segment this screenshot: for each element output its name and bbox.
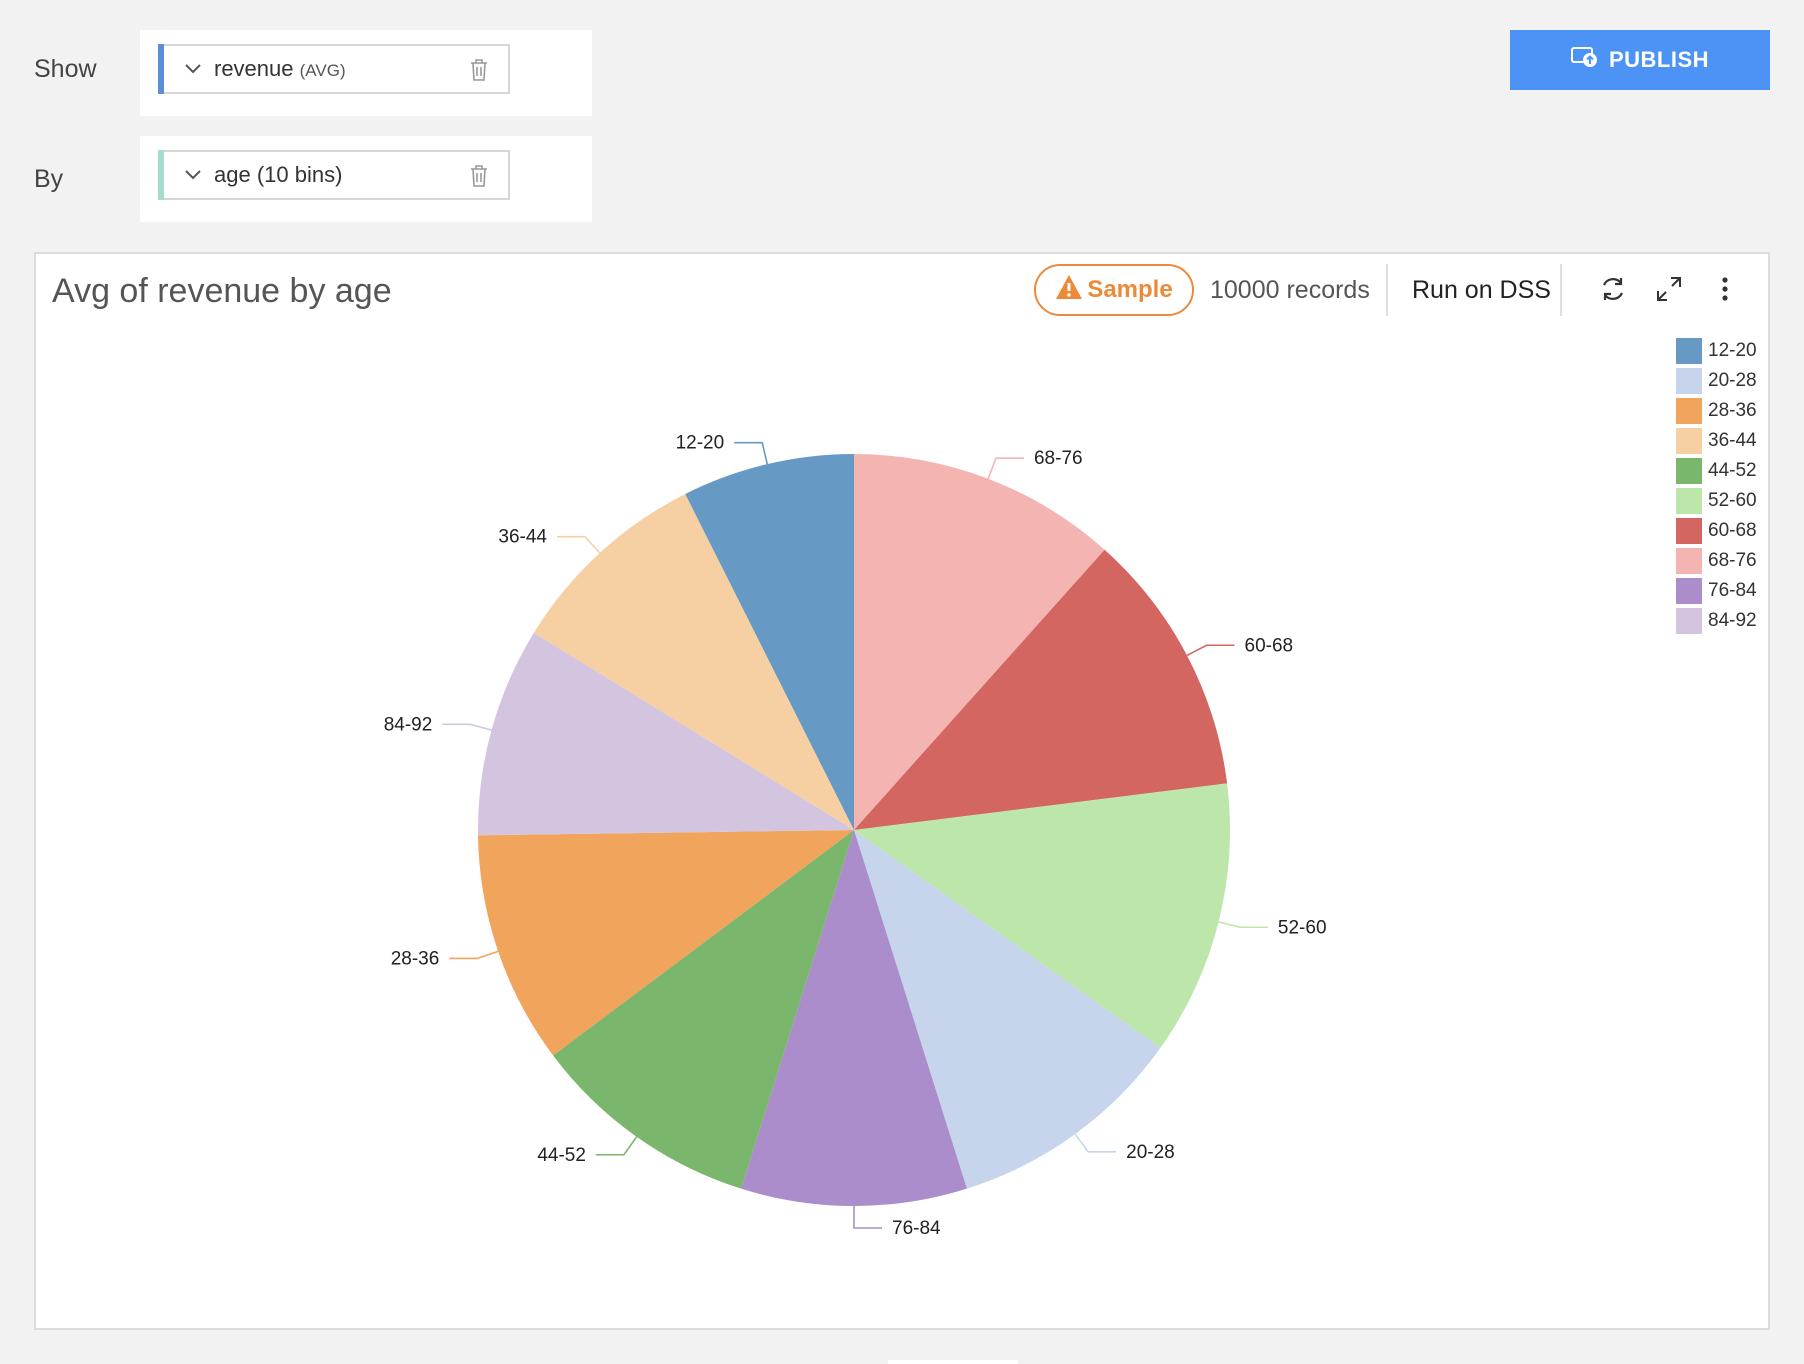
legend-label: 60-68 <box>1708 520 1757 541</box>
slice-label: 36-44 <box>498 527 547 548</box>
slice-leader-line <box>442 723 492 731</box>
slice-leader-line <box>853 1206 882 1229</box>
by-field-label: age (10 bins) <box>214 162 343 187</box>
chart-panel: 68-76 60-68 52-60 20-28 76-84 44-52 28-36 84-92… <box>34 252 1770 1330</box>
legend-item[interactable]: 76-84 <box>1676 576 1757 606</box>
scroll-indicator <box>888 1360 1018 1364</box>
sample-label: Sample <box>1087 276 1173 303</box>
legend-swatch <box>1676 488 1702 514</box>
show-dropzone: revenue (AVG) <box>140 30 592 116</box>
legend-item[interactable]: 68-76 <box>1676 546 1757 576</box>
slice-label: 68-76 <box>1034 448 1083 469</box>
by-dropzone: age (10 bins) <box>140 136 592 222</box>
slice-leader-line <box>987 457 1024 480</box>
slice-label: 84-92 <box>384 714 433 735</box>
legend-swatch <box>1676 578 1702 604</box>
slice-label: 28-36 <box>391 948 440 969</box>
slice-leader-line <box>1218 921 1268 929</box>
legend-item[interactable]: 12-20 <box>1676 336 1757 366</box>
show-label: Show <box>34 55 97 83</box>
legend-swatch <box>1676 608 1702 634</box>
chevron-down-icon[interactable] <box>182 164 204 186</box>
expand-icon[interactable] <box>1652 272 1686 306</box>
legend-swatch <box>1676 518 1702 544</box>
toolbar-divider <box>1560 264 1562 316</box>
legend-item[interactable]: 36-44 <box>1676 426 1757 456</box>
sample-badge[interactable]: Sample <box>1034 264 1194 316</box>
slice-label: 20-28 <box>1126 1142 1175 1163</box>
slice-label: 76-84 <box>892 1218 941 1239</box>
by-label: By <box>34 165 64 193</box>
legend-label: 84-92 <box>1708 610 1757 631</box>
legend-swatch <box>1676 398 1702 424</box>
records-count: 10000 records <box>1210 276 1370 304</box>
legend-swatch <box>1676 428 1702 454</box>
pie-chart: 68-76 60-68 52-60 20-28 76-84 44-52 28-36 84-92… <box>384 433 1327 1239</box>
slice-leader-line <box>1186 644 1235 657</box>
run-on-dss-button[interactable]: Run on DSS <box>1412 276 1551 305</box>
legend-item[interactable]: 44-52 <box>1676 456 1757 486</box>
show-field-pill[interactable]: revenue (AVG) <box>158 44 510 94</box>
slice-label: 12-20 <box>676 433 725 454</box>
legend-item[interactable]: 28-36 <box>1676 396 1757 426</box>
by-field-pill[interactable]: age (10 bins) <box>158 150 510 200</box>
slice-leader-line <box>449 950 499 960</box>
legend-label: 44-52 <box>1708 460 1757 481</box>
legend-label: 76-84 <box>1708 580 1757 601</box>
legend-label: 12-20 <box>1708 340 1757 361</box>
show-field-accent <box>158 44 164 94</box>
more-vertical-icon[interactable] <box>1708 272 1742 306</box>
chart-title: Avg of revenue by age <box>52 272 392 310</box>
by-field-accent <box>158 150 164 200</box>
show-field-name: revenue <box>214 56 294 81</box>
legend-item[interactable]: 20-28 <box>1676 366 1757 396</box>
show-field-agg: (AVG) <box>299 61 346 80</box>
toolbar-divider <box>1386 264 1388 316</box>
publish-button[interactable]: PUBLISH <box>1510 30 1770 90</box>
legend-label: 20-28 <box>1708 370 1757 391</box>
publish-icon <box>1570 45 1599 75</box>
slice-leader-line <box>734 441 769 465</box>
chart-legend: 12-20 20-28 28-36 36-44 44-52 52-60 60-68 68-76… <box>1676 336 1757 636</box>
slice-label: 52-60 <box>1278 917 1327 938</box>
legend-label: 28-36 <box>1708 400 1757 421</box>
legend-item[interactable]: 84-92 <box>1676 606 1757 636</box>
slice-label: 60-68 <box>1245 635 1294 656</box>
slice-leader-line <box>595 1136 638 1156</box>
legend-label: 36-44 <box>1708 430 1757 451</box>
legend-swatch <box>1676 368 1702 394</box>
legend-item[interactable]: 60-68 <box>1676 516 1757 546</box>
legend-swatch <box>1676 548 1702 574</box>
slice-leader-line <box>556 535 601 554</box>
publish-label: PUBLISH <box>1608 47 1710 72</box>
legend-swatch <box>1676 458 1702 484</box>
chevron-down-icon[interactable] <box>182 58 204 80</box>
legend-label: 68-76 <box>1708 550 1757 571</box>
trash-icon[interactable] <box>468 58 490 82</box>
refresh-icon[interactable] <box>1596 272 1630 306</box>
legend-swatch <box>1676 338 1702 364</box>
warning-icon <box>1055 274 1083 307</box>
slice-leader-line <box>1074 1133 1117 1153</box>
slice-label: 44-52 <box>537 1145 586 1166</box>
legend-item[interactable]: 52-60 <box>1676 486 1757 516</box>
trash-icon[interactable] <box>468 164 490 188</box>
legend-label: 52-60 <box>1708 490 1757 511</box>
show-field-label: revenue (AVG) <box>214 56 346 82</box>
